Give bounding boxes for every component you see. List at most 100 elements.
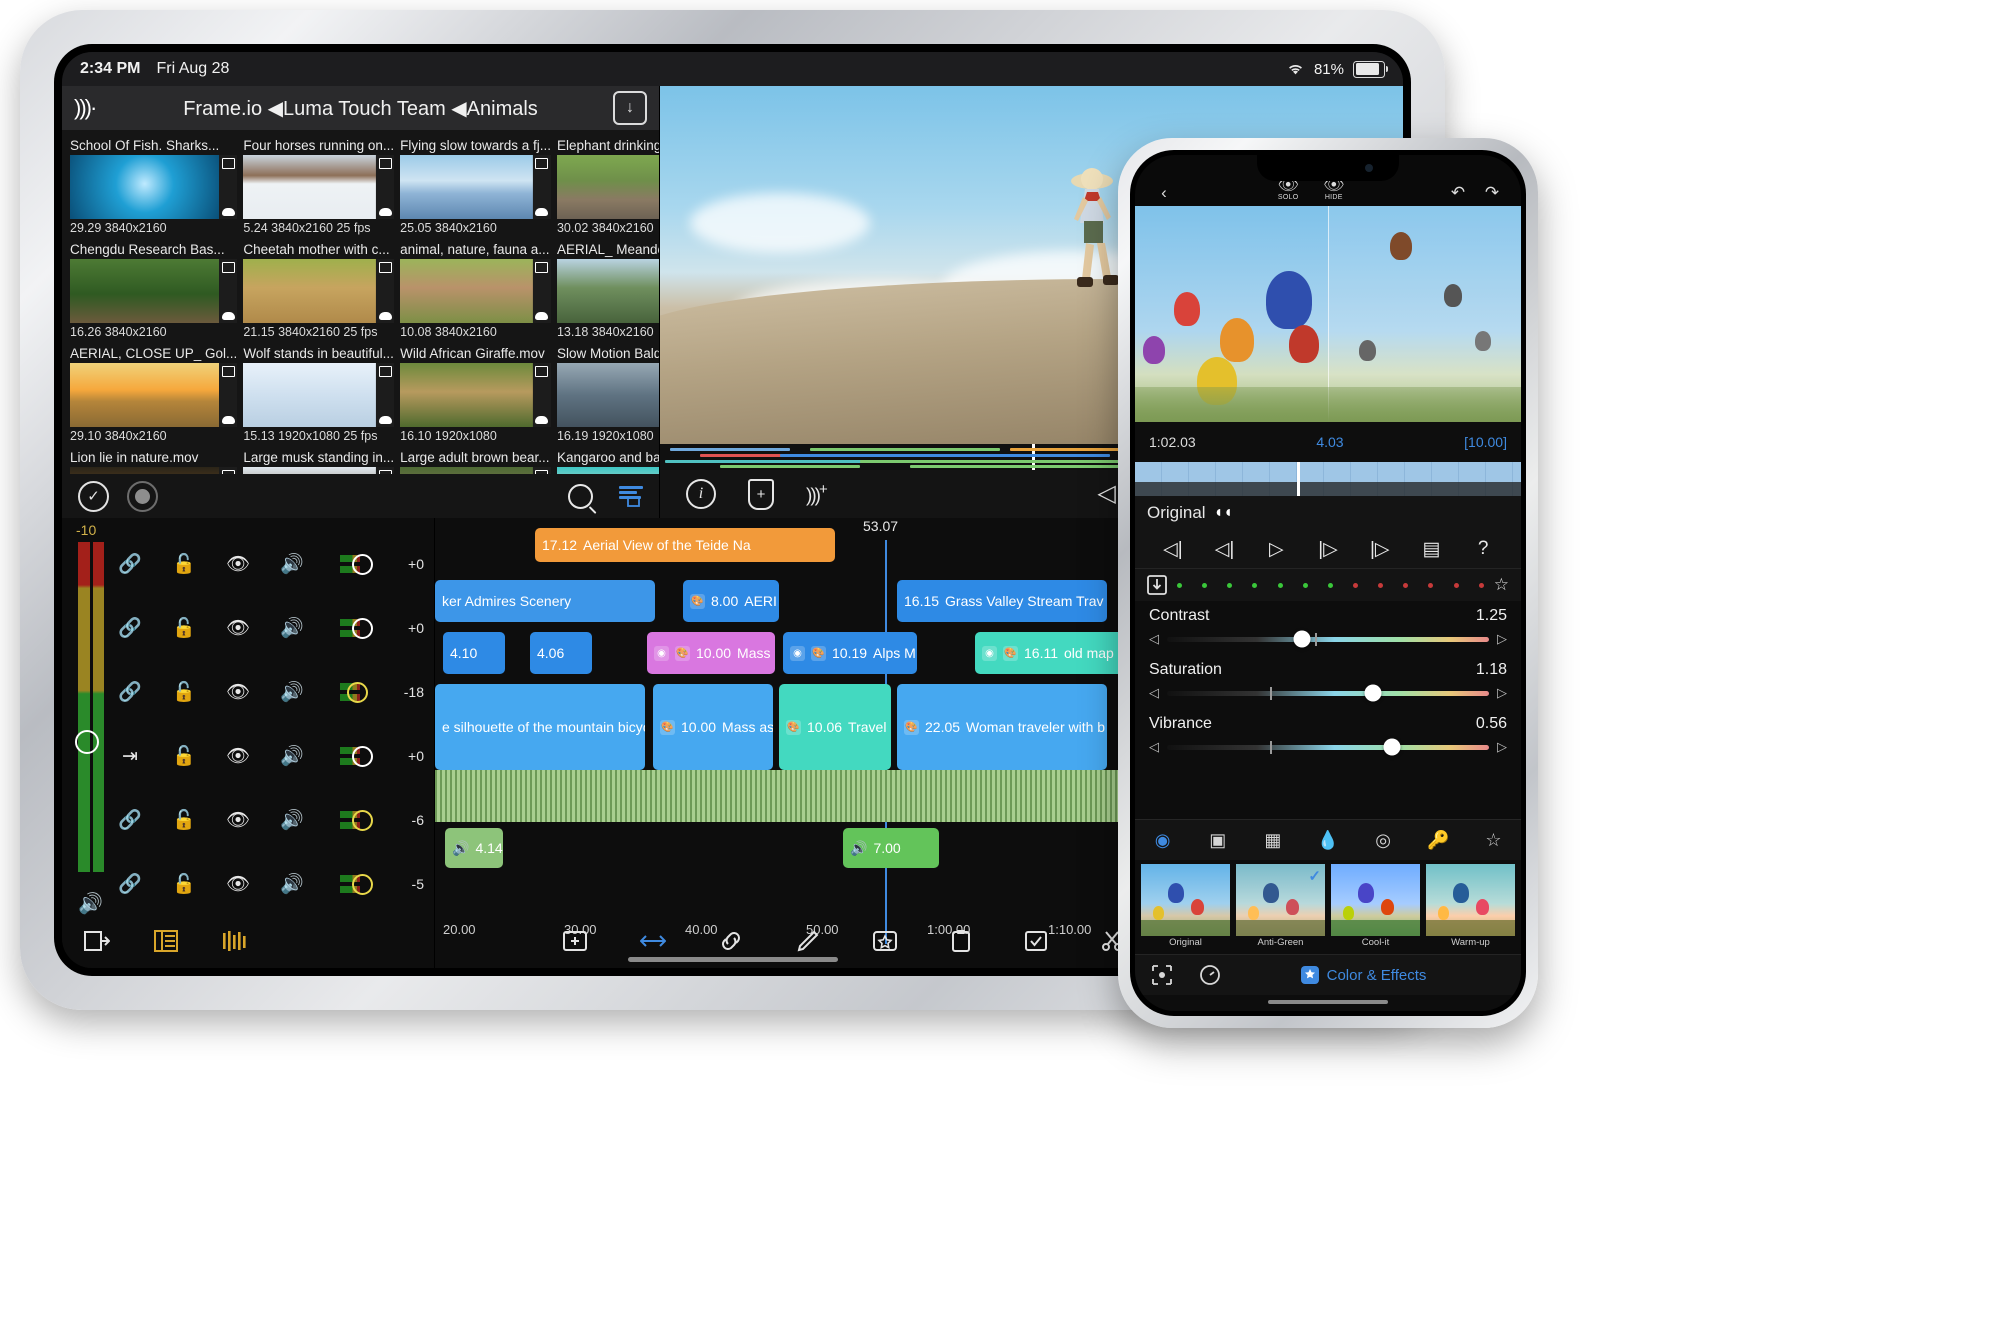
clip-thumbnail[interactable] [556, 259, 659, 323]
home-indicator[interactable] [627, 957, 838, 962]
fader-knob[interactable] [351, 873, 373, 895]
download-icon[interactable]: ↓ [613, 91, 647, 125]
cube-icon[interactable]: ▣ [1190, 830, 1245, 851]
clip-cell[interactable]: School Of Fish. Sharks... 29.29 3840x2160 [70, 136, 238, 238]
track-fader[interactable] [340, 873, 373, 895]
clip-thumbnail[interactable] [556, 155, 659, 219]
unlock-icon[interactable]: 🔓 [172, 680, 196, 704]
track-fader[interactable] [340, 553, 374, 575]
frame-forward-icon[interactable]: |▷ [1302, 538, 1354, 561]
speaker-icon[interactable]: 🔊 [280, 616, 304, 640]
iphone-home-indicator[interactable] [1135, 995, 1521, 1011]
undo-icon[interactable]: ↶ [1441, 184, 1475, 201]
clip-cell[interactable]: Large adult brown bear... [400, 448, 551, 474]
timeline-clip[interactable]: ◉ 🎨 10.19 Alps M [783, 632, 917, 674]
clip-thumbnail[interactable] [556, 363, 659, 427]
add-clip-icon[interactable] [562, 929, 588, 953]
fader-knob[interactable] [351, 809, 373, 831]
star-icon[interactable]: ☆ [1494, 575, 1509, 595]
link-icon[interactable]: 🔗 [118, 680, 142, 704]
timeline-clip[interactable]: ker Admires Scenery [435, 580, 655, 622]
keyframe-dot[interactable] [1227, 582, 1233, 588]
clip-cell[interactable]: animal, nature, fauna a... 10.08 3840x216… [400, 240, 551, 342]
increase-icon[interactable]: ▷ [1497, 685, 1507, 701]
link-icon[interactable]: 🔗 [118, 552, 142, 576]
compare-icon[interactable]: ◖◖ [1214, 504, 1233, 522]
effects-icon[interactable] [872, 929, 898, 953]
keyframe-dot[interactable] [1478, 582, 1484, 588]
lut-thumbnail[interactable]: Cool-it [1331, 864, 1420, 950]
unlock-icon[interactable]: 🔓 [172, 616, 196, 640]
link-icon[interactable]: 🔗 [118, 872, 142, 896]
key-icon[interactable]: 🔑 [1411, 830, 1466, 851]
search-icon[interactable] [568, 483, 593, 509]
clip-cell[interactable]: Kangaroo and baby kan... [556, 448, 659, 474]
eye-icon[interactable]: 👁 [226, 552, 250, 576]
clip-thumbnail[interactable] [70, 155, 238, 219]
timeline-audio-clip[interactable]: 🔊 7.00 [843, 828, 939, 868]
link-icon[interactable] [718, 930, 744, 952]
clip-thumbnail[interactable] [400, 467, 551, 474]
filmstrip-playhead[interactable] [1297, 462, 1301, 496]
decrease-icon[interactable]: ◁ [1149, 739, 1159, 755]
keyframe-dot[interactable] [1453, 582, 1459, 588]
keyframe-dot[interactable] [1202, 582, 1208, 588]
clip-thumbnail[interactable] [70, 259, 238, 323]
list-view-icon[interactable] [619, 485, 643, 507]
unlock-icon[interactable]: 🔓 [172, 872, 196, 896]
slider-track[interactable] [1167, 630, 1489, 648]
play-icon[interactable]: ▷ [1250, 538, 1302, 561]
speaker-icon[interactable]: 🔊 [280, 552, 304, 576]
eye-icon[interactable]: 👁 [226, 680, 250, 704]
keyframe-dot[interactable] [1428, 582, 1434, 588]
keyframe-dot[interactable] [1378, 582, 1384, 588]
clip-thumbnail[interactable] [243, 155, 395, 219]
timeline-clip[interactable]: 🎨 10.00 Mass as [653, 684, 773, 770]
trim-icon[interactable] [640, 930, 666, 952]
timeline-clip[interactable]: 16.15 Grass Valley Stream Trav [897, 580, 1107, 622]
slider-knob[interactable] [1364, 684, 1382, 702]
keyframe-dot[interactable] [1403, 582, 1409, 588]
spiral-icon[interactable]: ◎ [1356, 830, 1411, 851]
keyframe-dot[interactable] [1352, 582, 1358, 588]
increase-icon[interactable]: ▷ [1497, 739, 1507, 755]
clip-cell[interactable]: Flying slow towards a fj... 25.05 3840x21… [400, 136, 551, 238]
pen-icon[interactable] [796, 929, 820, 953]
clip-thumbnail[interactable] [400, 363, 551, 427]
slider-track[interactable] [1167, 684, 1489, 702]
star-icon[interactable]: ☆ [1466, 830, 1521, 851]
increase-icon[interactable]: ▷ [1497, 631, 1507, 647]
clip-cell[interactable]: Cheetah mother with c... 21.15 3840x2160 … [243, 240, 395, 342]
clip-thumbnail[interactable] [556, 467, 659, 474]
redo-icon[interactable]: ↷ [1475, 184, 1509, 201]
slider-knob[interactable] [1293, 630, 1311, 648]
clip-thumbnail[interactable] [400, 259, 551, 323]
track-fader[interactable] [340, 745, 374, 767]
help-icon[interactable]: ? [1457, 538, 1509, 560]
eye-icon[interactable]: 👁 [226, 872, 250, 896]
unlock-icon[interactable]: 🔓 [172, 552, 196, 576]
frame-back-icon[interactable]: ◁| [1199, 538, 1251, 561]
eye-icon[interactable]: 👁 [226, 616, 250, 640]
keyframe-dot[interactable] [1302, 582, 1308, 588]
link-icon[interactable]: 🔗 [118, 616, 142, 640]
clip-cell[interactable]: Large musk standing in... [243, 448, 395, 474]
fader-knob[interactable] [352, 617, 374, 639]
grid-icon[interactable]: ▦ [1245, 830, 1300, 851]
decrease-icon[interactable]: ◁ [1149, 685, 1159, 701]
clip-cell[interactable]: Chengdu Research Bas... 16.26 3840x2160 [70, 240, 238, 342]
slider-track[interactable] [1167, 738, 1489, 756]
select-all-icon[interactable]: ✓ [78, 480, 109, 512]
speaker-icon[interactable]: 🔊 [280, 744, 304, 768]
unlock-icon[interactable]: 🔓 [172, 744, 196, 768]
lut-thumbnail[interactable]: Original [1141, 864, 1230, 950]
timeline-clip[interactable]: 17.12 Aerial View of the Teide Na [535, 528, 835, 562]
clipboard-icon[interactable]: ▤ [1406, 538, 1458, 561]
add-marker-icon[interactable]: + [748, 478, 774, 510]
color-effects-tab[interactable]: Color & Effects [1221, 965, 1505, 985]
timeline-clip[interactable]: ◉ 🎨 10.00 Mass [647, 632, 775, 674]
color-wheel-icon[interactable]: ◉ [1135, 830, 1190, 851]
link-icon[interactable]: 🔗 [118, 808, 142, 832]
reset-icon[interactable] [1151, 964, 1173, 986]
speed-icon[interactable] [1199, 964, 1221, 986]
